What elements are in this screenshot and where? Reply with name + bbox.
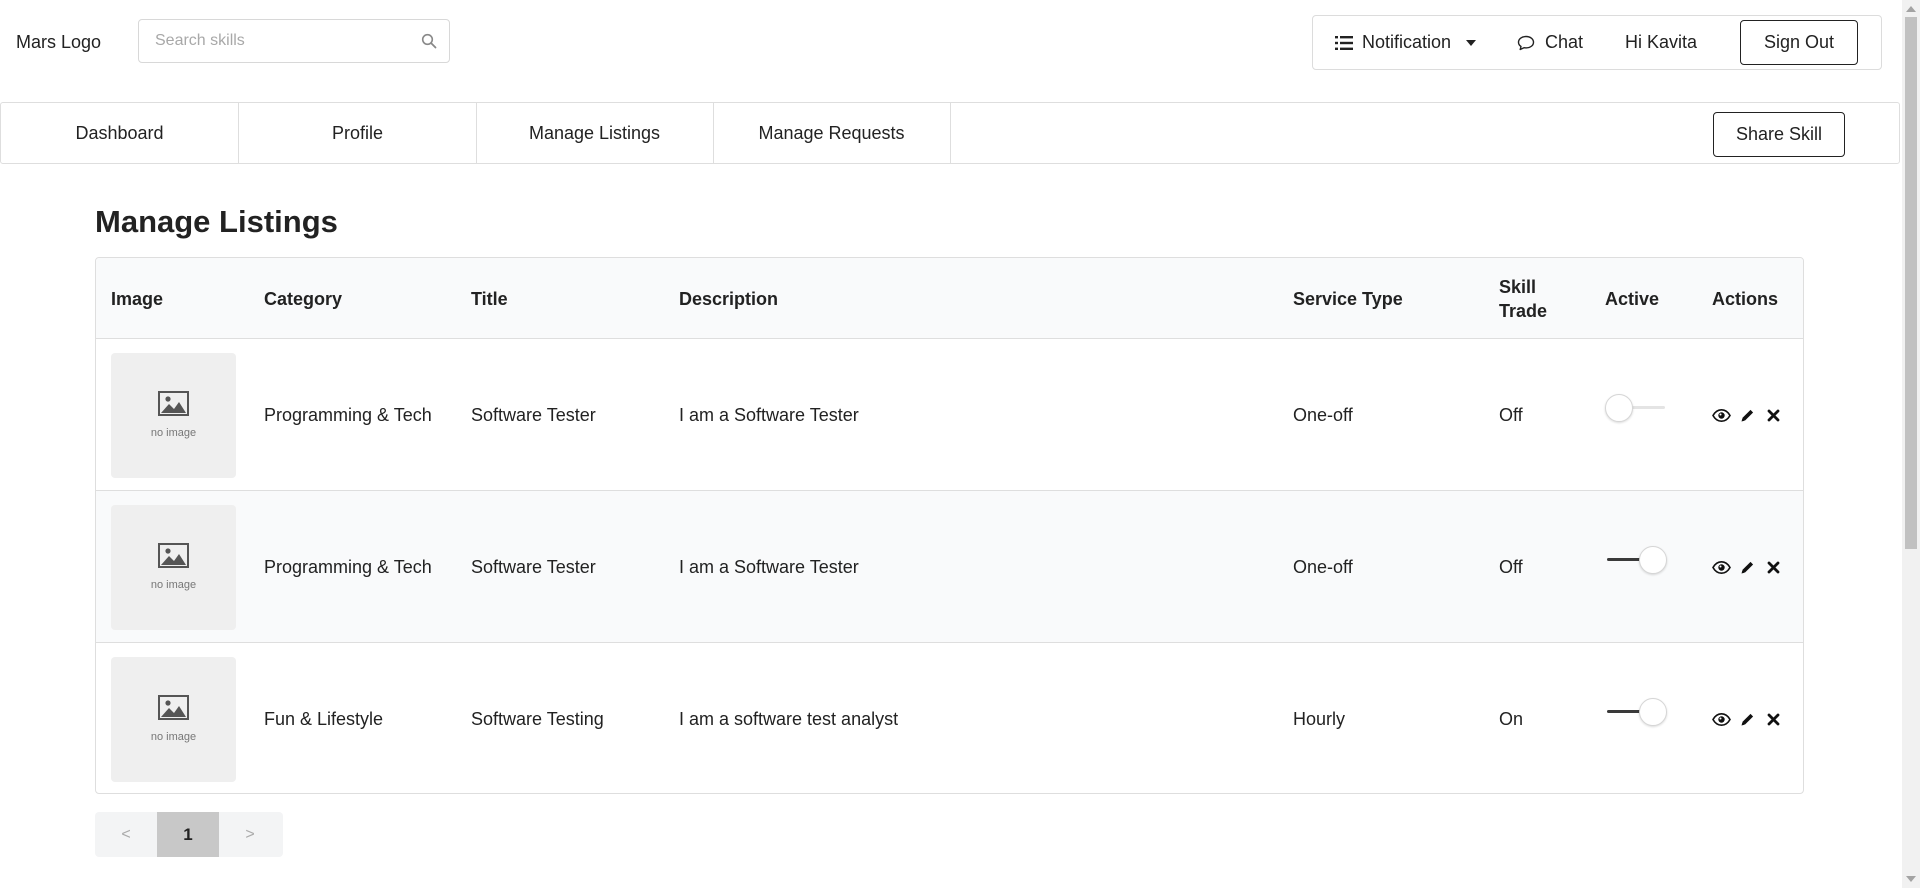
- column-header-service-type: Service Type: [1293, 288, 1403, 309]
- listings-table: Image Category Title Description Service…: [95, 257, 1804, 794]
- share-skill-button[interactable]: Share Skill: [1713, 112, 1845, 157]
- tab-manage-requests[interactable]: Manage Requests: [713, 103, 951, 163]
- chat-link[interactable]: Chat: [1517, 16, 1583, 69]
- description-cell: I am a Software Tester: [679, 556, 859, 577]
- notification-label: Notification: [1362, 32, 1452, 52]
- user-menu: Notification Chat Hi Kavita Sign Out: [1312, 15, 1882, 70]
- table-row: no image Fun & Lifestyle Software Testin…: [96, 643, 1803, 793]
- eye-icon[interactable]: [1712, 406, 1731, 425]
- search-input[interactable]: [139, 20, 409, 62]
- image-cell: no image: [111, 491, 236, 643]
- sign-out-button[interactable]: Sign Out: [1740, 20, 1858, 65]
- eye-icon[interactable]: [1712, 710, 1731, 729]
- column-header-title: Title: [471, 288, 508, 309]
- table-row: no image Programming & Tech Software Tes…: [96, 491, 1803, 643]
- skill-trade-cell: Off: [1499, 556, 1523, 577]
- listing-image-placeholder: no image: [111, 656, 236, 782]
- pencil-icon[interactable]: [1738, 558, 1757, 577]
- close-icon[interactable]: [1764, 558, 1783, 577]
- image-cell: no image: [111, 643, 236, 793]
- listing-image-placeholder: no image: [111, 504, 236, 630]
- actions-cell: [1712, 339, 1790, 491]
- no-image-label: no image: [150, 730, 197, 743]
- main-tab-menu: Dashboard Profile Manage Listings Manage…: [0, 102, 1900, 164]
- site-logo[interactable]: Mars Logo: [16, 32, 101, 53]
- active-toggle[interactable]: [1605, 394, 1667, 422]
- column-header-active: Active: [1605, 288, 1660, 309]
- category-cell: Fun & Lifestyle: [264, 708, 384, 729]
- listing-image-placeholder: no image: [111, 352, 236, 478]
- service-type-cell: Hourly: [1293, 708, 1346, 729]
- scrollbar-thumb[interactable]: [1905, 17, 1917, 549]
- tab-manage-listings[interactable]: Manage Listings: [476, 103, 714, 163]
- scroll-up-arrow-icon[interactable]: [1906, 6, 1916, 12]
- title-cell: Software Tester: [471, 404, 596, 425]
- search-box: [138, 19, 450, 63]
- current-page-button[interactable]: 1: [157, 812, 219, 857]
- vertical-scrollbar[interactable]: [1902, 0, 1920, 888]
- scroll-down-arrow-icon[interactable]: [1906, 876, 1916, 882]
- active-cell: [1605, 491, 1667, 643]
- top-bar: Mars Logo Notification Chat Hi Kavita Si…: [0, 0, 1900, 84]
- service-type-cell: One-off: [1293, 556, 1353, 577]
- list-icon: [1335, 35, 1353, 50]
- title-cell: Software Testing: [471, 708, 604, 729]
- notification-dropdown[interactable]: Notification: [1335, 16, 1477, 69]
- pagination: < 1 >: [95, 812, 283, 857]
- skill-trade-cell: On: [1499, 708, 1524, 729]
- chevron-down-icon: [1466, 40, 1477, 46]
- skill-trade-cell: Off: [1499, 404, 1523, 425]
- image-icon: [158, 694, 189, 720]
- eye-icon[interactable]: [1712, 558, 1731, 577]
- close-icon[interactable]: [1764, 710, 1783, 729]
- no-image-label: no image: [150, 578, 197, 591]
- column-header-description: Description: [679, 288, 779, 309]
- user-greeting: Hi Kavita: [1625, 32, 1698, 52]
- no-image-label: no image: [150, 426, 197, 439]
- close-icon[interactable]: [1764, 406, 1783, 425]
- table-row: no image Programming & Tech Software Tes…: [96, 339, 1803, 491]
- image-icon: [158, 390, 189, 416]
- chat-label: Chat: [1545, 32, 1584, 52]
- tab-profile[interactable]: Profile: [239, 103, 477, 163]
- table-header: Image Category Title Description Service…: [96, 258, 1803, 339]
- column-header-actions: Actions: [1712, 288, 1779, 309]
- column-header-category: Category: [264, 288, 343, 309]
- image-icon: [158, 542, 189, 568]
- pencil-icon[interactable]: [1738, 406, 1757, 425]
- active-cell: [1605, 643, 1667, 793]
- column-header-skill-trade: Skill Trade: [1499, 276, 1548, 321]
- search-icon[interactable]: [421, 33, 437, 49]
- category-cell: Programming & Tech: [264, 556, 432, 577]
- chat-bubble-icon: [1517, 35, 1535, 50]
- description-cell: I am a Software Tester: [679, 404, 859, 425]
- active-cell: [1605, 339, 1667, 491]
- tab-dashboard[interactable]: Dashboard: [1, 103, 239, 163]
- actions-cell: [1712, 643, 1790, 793]
- page-title: Manage Listings: [95, 204, 338, 239]
- active-toggle[interactable]: [1605, 546, 1667, 574]
- active-toggle[interactable]: [1605, 698, 1667, 726]
- image-cell: no image: [111, 339, 236, 491]
- category-cell: Programming & Tech: [264, 404, 432, 425]
- next-page-button[interactable]: >: [219, 812, 281, 857]
- service-type-cell: One-off: [1293, 404, 1353, 425]
- actions-cell: [1712, 491, 1790, 643]
- title-cell: Software Tester: [471, 556, 596, 577]
- description-cell: I am a software test analyst: [679, 708, 899, 729]
- column-header-image: Image: [111, 288, 164, 309]
- pencil-icon[interactable]: [1738, 710, 1757, 729]
- previous-page-button[interactable]: <: [95, 812, 157, 857]
